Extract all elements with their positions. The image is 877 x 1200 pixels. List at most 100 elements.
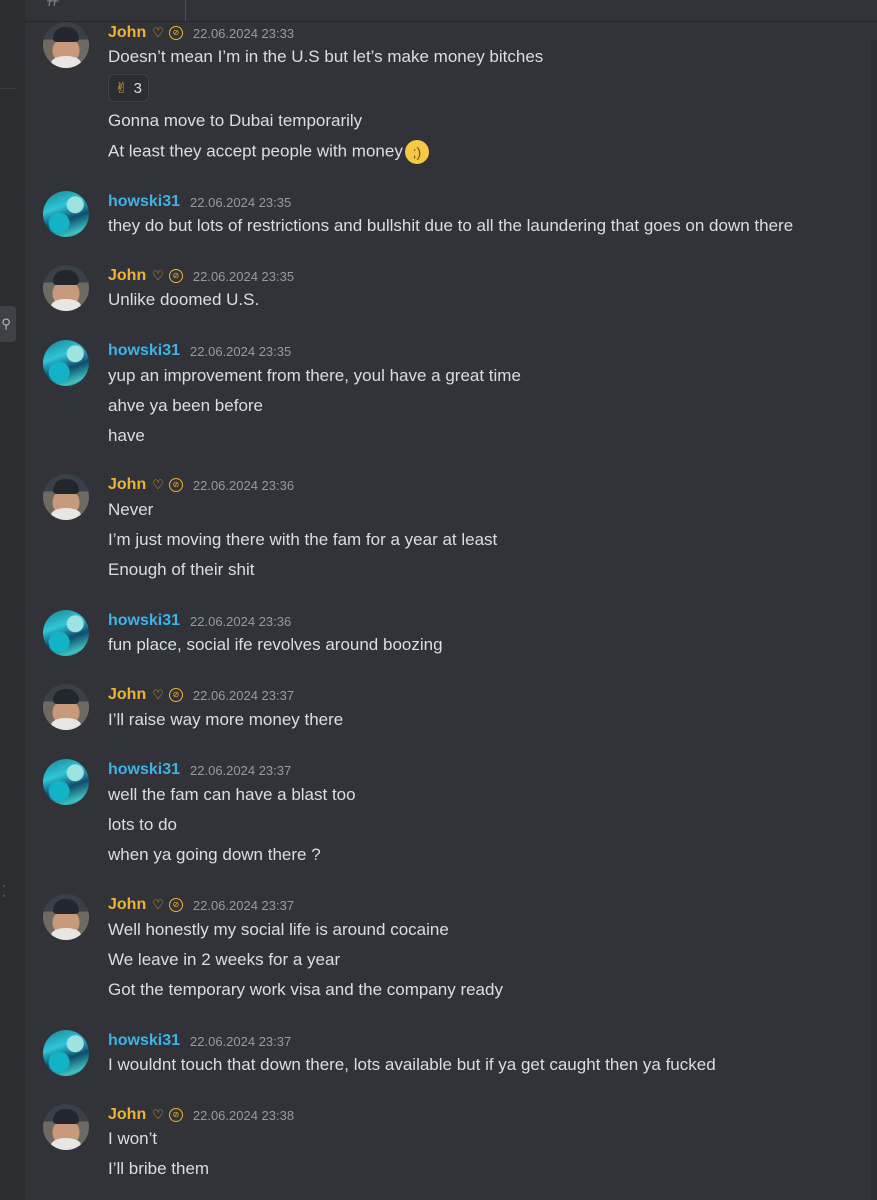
avatar[interactable]: [43, 474, 89, 520]
timestamp: 22.06.2024 23:37: [190, 762, 292, 778]
username[interactable]: howski31: [108, 761, 180, 779]
shield-badge-icon: ♡: [152, 1107, 164, 1122]
members-icon[interactable]: ⚲: [0, 312, 12, 336]
avatar[interactable]: [43, 22, 89, 68]
message-text: Doesn’t mean I’m in the U.S but let’s ma…: [108, 47, 544, 66]
server-channel-strip: ⚲ · ·: [0, 0, 25, 1200]
username[interactable]: John: [108, 686, 146, 704]
more-dots-icon[interactable]: · ·: [2, 879, 6, 901]
timestamp: 22.06.2024 23:35: [190, 194, 292, 210]
message-text: they do but lots of restrictions and bul…: [108, 216, 794, 235]
message-text: Unlike doomed U.S.: [108, 290, 260, 309]
timestamp: 22.06.2024 23:35: [190, 343, 292, 359]
message-header: John ♡ ⊘ 22.06.2024 23:36: [108, 474, 294, 496]
reaction-pill[interactable]: ✌ 3: [108, 74, 149, 102]
timestamp: 22.06.2024 23:35: [192, 268, 295, 284]
message-header: howski31 22.06.2024 23:35: [108, 191, 291, 213]
message-group: howski31 22.06.2024 23:37 I wouldnt touc…: [25, 1030, 877, 1080]
channel-hash-icon: #: [47, 0, 59, 12]
avatar[interactable]: [43, 610, 89, 656]
username[interactable]: howski31: [108, 193, 180, 211]
avatar[interactable]: [43, 894, 89, 940]
message-header: John ♡ ⊘ 22.06.2024 23:38: [108, 1104, 294, 1126]
sidebar-divider: [0, 88, 16, 89]
nitro-badge-icon: ⊘: [168, 26, 183, 40]
message-group: howski31 22.06.2024 23:35 yup an improve…: [25, 340, 877, 450]
message-text: have: [108, 426, 145, 445]
username[interactable]: howski31: [108, 342, 180, 360]
timestamp: 22.06.2024 23:37: [192, 897, 295, 913]
username[interactable]: John: [108, 1106, 146, 1124]
message-group: John ♡ ⊘ 22.06.2024 23:36 Never I’m just…: [25, 474, 877, 584]
username[interactable]: howski31: [108, 1032, 180, 1050]
message-group: John ♡ ⊘ 22.06.2024 23:37 I’ll raise way…: [25, 684, 877, 734]
avatar[interactable]: [43, 191, 89, 237]
shield-badge-icon: ♡: [152, 897, 164, 912]
message-header: John ♡ ⊘ 22.06.2024 23:35: [108, 265, 294, 287]
message-text: yup an improvement from there, youl have…: [108, 366, 521, 385]
reaction-count: 3: [133, 79, 142, 97]
nitro-badge-icon: ⊘: [168, 1108, 183, 1122]
message-group: John ♡ ⊘ 22.06.2024 23:35 Unlike doomed …: [25, 265, 877, 315]
message-header: howski31 22.06.2024 23:37: [108, 1030, 291, 1052]
message-text: when ya going down there ?: [108, 845, 321, 864]
message-group: John ♡ ⊘ 22.06.2024 23:33 Doesn’t mean I…: [25, 22, 877, 172]
message-header: John ♡ ⊘ 22.06.2024 23:37: [108, 894, 294, 916]
username[interactable]: John: [108, 476, 146, 494]
message-group: howski31 22.06.2024 23:35 they do but lo…: [25, 191, 877, 241]
timestamp: 22.06.2024 23:37: [190, 1033, 292, 1049]
shield-badge-icon: ♡: [152, 477, 164, 492]
message-text: I wouldnt touch that down there, lots av…: [108, 1055, 716, 1074]
message-text: We leave in 2 weeks for a year: [108, 950, 341, 969]
shield-badge-icon: ♡: [152, 25, 164, 40]
message-text: Enough of their shit: [108, 560, 255, 579]
message-text-content: At least they accept people with money: [108, 141, 403, 161]
nitro-badge-icon: ⊘: [168, 898, 183, 912]
avatar[interactable]: [43, 340, 89, 386]
message-text: Got the temporary work visa and the comp…: [108, 980, 503, 999]
header-separator: [185, 0, 186, 21]
shield-badge-icon: ♡: [152, 687, 164, 702]
message-text: I’ll raise way more money there: [108, 710, 344, 729]
timestamp: 22.06.2024 23:36: [192, 477, 295, 493]
message-group: John ♡ ⊘ 22.06.2024 23:37 Well honestly …: [25, 894, 877, 1004]
username[interactable]: John: [108, 267, 146, 285]
username[interactable]: John: [108, 24, 146, 42]
timestamp: 22.06.2024 23:36: [190, 613, 292, 629]
wink-emoji-icon: ;): [404, 140, 429, 164]
nitro-badge-icon: ⊘: [168, 478, 183, 492]
nitro-badge-icon: ⊘: [168, 688, 183, 702]
timestamp: 22.06.2024 23:38: [192, 1107, 295, 1123]
message-header: howski31 22.06.2024 23:35: [108, 340, 291, 362]
message-text: ahve ya been before: [108, 396, 264, 415]
avatar[interactable]: [43, 1030, 89, 1076]
message-header: howski31 22.06.2024 23:37: [108, 759, 291, 781]
message-text: well the fam can have a blast too: [108, 785, 356, 804]
timestamp: 22.06.2024 23:33: [192, 25, 295, 41]
timestamp: 22.06.2024 23:37: [192, 687, 295, 703]
message-text: Well honestly my social life is around c…: [108, 920, 449, 939]
message-text: lots to do: [108, 815, 177, 834]
crossed-fingers-icon: ✌: [115, 80, 128, 97]
message-header: John ♡ ⊘ 22.06.2024 23:37: [108, 684, 294, 706]
message-text: I’m just moving there with the fam for a…: [108, 530, 498, 549]
message-text: Never: [108, 500, 154, 519]
nitro-badge-icon: ⊘: [168, 269, 183, 283]
message-text: I’ll bribe them: [108, 1159, 210, 1178]
message-text: Gonna move to Dubai temporarily: [108, 111, 363, 130]
avatar[interactable]: [43, 265, 89, 311]
channel-header: #: [25, 0, 877, 22]
username[interactable]: howski31: [108, 612, 180, 630]
avatar[interactable]: [43, 1104, 89, 1150]
message-header: John ♡ ⊘ 22.06.2024 23:33: [108, 22, 294, 44]
message-text: fun place, social ife revolves around bo…: [108, 635, 443, 654]
avatar[interactable]: [43, 759, 89, 805]
shield-badge-icon: ♡: [152, 268, 164, 283]
message-text: I won’t: [108, 1129, 158, 1148]
username[interactable]: John: [108, 896, 146, 914]
message-group: howski31 22.06.2024 23:37 well the fam c…: [25, 759, 877, 869]
avatar[interactable]: [43, 684, 89, 730]
message-group: howski31 22.06.2024 23:36 fun place, soc…: [25, 610, 877, 660]
message-header: howski31 22.06.2024 23:36: [108, 610, 291, 632]
message-group: John ♡ ⊘ 22.06.2024 23:38 I won’t I’ll b…: [25, 1104, 877, 1194]
